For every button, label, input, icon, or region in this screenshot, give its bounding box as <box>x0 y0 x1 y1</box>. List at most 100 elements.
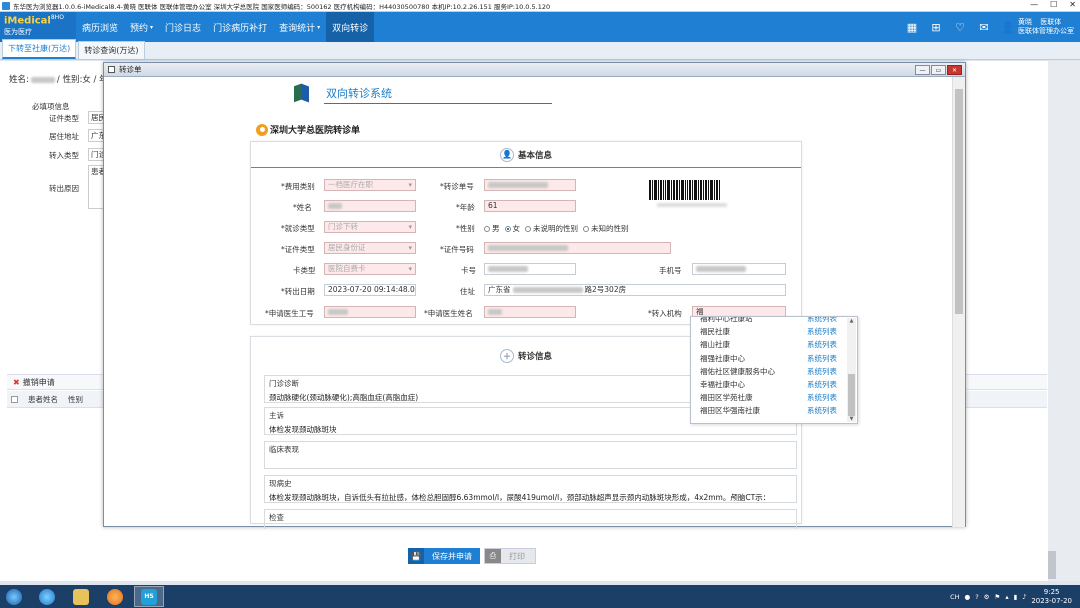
folder-icon <box>73 588 89 605</box>
tray-flag-icon[interactable]: ⚑ <box>994 593 1000 601</box>
tab-referral-query[interactable]: 转诊查询(万达) <box>78 41 145 59</box>
close-icon[interactable]: ✕ <box>1069 0 1076 9</box>
out-date-input[interactable]: 2023-07-20 09:14:48.0 <box>324 284 416 296</box>
dropdown-item-link[interactable]: 系统列表 <box>807 366 837 377</box>
history-block[interactable]: 现病史 体检发现颈动脉斑块，自诉低头有拉扯感，体检总胆固醇6.63mmol/l，… <box>264 475 797 503</box>
address-input[interactable]: 广东省 路2号302房 <box>484 284 786 296</box>
address-suffix: 路2号302房 <box>584 285 627 294</box>
bg-label-reason: 转出原因 <box>49 184 79 193</box>
bg-label-address: 居住地址 <box>49 132 79 141</box>
dropdown-item[interactable]: 幸福社康中心 系统列表 <box>691 378 857 391</box>
institution-dropdown: 福利中心社康站 系统列表 福民社康 系统列表 福山社康 系统列表 福强社康中心 系统列表… <box>690 316 858 424</box>
modal-scrollbar[interactable] <box>952 77 965 527</box>
modal-minimize-icon[interactable]: — <box>915 65 930 75</box>
doctor-id-input[interactable] <box>324 306 416 318</box>
dropdown-item-link[interactable]: 系统列表 <box>807 317 837 324</box>
dropdown-scrollbar[interactable]: ▲ ▼ <box>847 318 856 422</box>
clock[interactable]: 9:25 2023-07-20 <box>1031 588 1072 606</box>
dropdown-item-link[interactable]: 系统列表 <box>807 379 837 390</box>
dropdown-item[interactable]: 福田区学苑社康 系统列表 <box>691 391 857 404</box>
bottom-actions: 💾 保存并申请 ⎙ 打印 <box>408 548 536 564</box>
minimize-icon[interactable]: — <box>1030 0 1038 9</box>
tray-network-icon[interactable]: ▮ <box>1014 593 1018 601</box>
taskbar-hs-browser[interactable]: HS <box>134 586 164 607</box>
referral-no-input[interactable] <box>484 179 576 191</box>
os-taskbar: HS CH ● ? ⚙ ⚑ ▴ ▮ ♪ 9:25 2023-07-20 <box>0 585 1080 608</box>
window-title: 东华医为浏览器1.0.0.6-iMedical8.4-黄晓 医联体 医联体管理办… <box>13 2 551 11</box>
grid-icon[interactable]: ▦ <box>905 20 919 34</box>
tray-help-icon[interactable]: ? <box>975 593 978 601</box>
basic-info-title: 基本信息 <box>517 150 552 161</box>
card-type-select[interactable]: 医院自费卡 <box>324 263 416 275</box>
modal-titlebar: 转诊单 — ▭ ✕ <box>104 63 965 77</box>
fee-type-select[interactable]: 一档医疗在职 <box>324 179 416 191</box>
gender-radio-unknown[interactable] <box>583 225 589 232</box>
clinical-block[interactable]: 临床表现 <box>264 441 797 469</box>
dropdown-item-link[interactable]: 系统列表 <box>807 326 837 337</box>
taskbar-explorer[interactable] <box>66 586 96 607</box>
visit-type-value: 门诊下转 <box>328 222 358 231</box>
maximize-icon[interactable]: ☐ <box>1050 0 1057 9</box>
page-scrollbar[interactable] <box>1048 61 1080 581</box>
id-no-input[interactable] <box>484 242 671 254</box>
gender-radio-unspecified[interactable] <box>525 225 531 232</box>
taskbar-media[interactable] <box>100 586 130 607</box>
apps-icon[interactable]: ⊞ <box>929 20 943 34</box>
patient-name-label: 姓名: <box>9 75 29 85</box>
nav-item-records[interactable]: 病历浏览 <box>76 12 124 42</box>
tray-ime-icon[interactable]: ● <box>965 593 971 601</box>
scroll-down-icon[interactable]: ▼ <box>847 416 856 422</box>
card-no-input[interactable] <box>484 263 576 275</box>
cancel-icon: ✖ <box>13 377 20 387</box>
modal-maximize-icon[interactable]: ▭ <box>931 65 946 75</box>
nav-item-record-reprint[interactable]: 门诊病历补打 <box>207 12 273 42</box>
gender-radio-male[interactable] <box>484 225 490 232</box>
exam-block[interactable]: 检查 <box>264 509 797 529</box>
nav-item-appointment[interactable]: 预约 ▾ <box>124 12 159 42</box>
cancel-request-button[interactable]: 撤销申请 <box>23 377 55 388</box>
basic-info-card: 👤 基本信息 *费用类别 一档医疗在职 *转诊单号 *姓名 *年龄 61 *就诊… <box>250 141 802 325</box>
tray-volume-icon[interactable]: ♪ <box>1022 593 1026 601</box>
save-submit-button[interactable]: 💾 保存并申请 <box>408 548 480 564</box>
dropdown-item[interactable]: 福山社康 系统列表 <box>691 338 857 351</box>
modal-close-icon[interactable]: ✕ <box>947 65 962 75</box>
tray-tools-icon[interactable]: ⚙ <box>984 593 990 601</box>
user-box[interactable]: 👤 黄晓 医联体 医联体管理办公室 <box>1001 18 1074 36</box>
dropdown-item[interactable]: 福佑社区健康服务中心 系统列表 <box>691 365 857 378</box>
dropdown-item[interactable]: 福民社康 系统列表 <box>691 325 857 338</box>
dropdown-scroll-thumb[interactable] <box>848 374 855 416</box>
message-icon[interactable]: ✉ <box>977 20 991 34</box>
dropdown-item-link[interactable]: 系统列表 <box>807 339 837 350</box>
heart-icon[interactable]: ♡ <box>953 20 967 34</box>
print-button[interactable]: ⎙ 打印 <box>484 548 536 564</box>
age-input[interactable]: 61 <box>484 200 576 212</box>
gender-option-unknown: 未知的性别 <box>591 224 629 233</box>
user-role: 医联体 <box>1040 18 1062 26</box>
tab-referral-down[interactable]: 下转至社康(万达) <box>2 39 77 59</box>
dropdown-item-link[interactable]: 系统列表 <box>807 353 837 364</box>
nav-item-referral[interactable]: 双向转诊 <box>326 12 375 42</box>
id-type-select[interactable]: 居民身份证 <box>324 242 416 254</box>
dropdown-item-link[interactable]: 系统列表 <box>807 405 837 416</box>
nav-item-outpatient-log[interactable]: 门诊日志 <box>159 12 207 42</box>
scroll-up-icon[interactable]: ▲ <box>847 318 856 324</box>
dropdown-item-link[interactable]: 系统列表 <box>807 392 837 403</box>
system-title: 双向转诊系统 <box>326 87 392 100</box>
doctor-name-input[interactable] <box>484 306 576 318</box>
page-scroll-thumb[interactable] <box>1048 551 1056 579</box>
name-input[interactable] <box>324 200 416 212</box>
start-button[interactable] <box>0 585 28 608</box>
dropdown-item[interactable]: 福利中心社康站 系统列表 <box>691 317 857 325</box>
visit-type-select[interactable]: 门诊下转 <box>324 221 416 233</box>
dropdown-item[interactable]: 福强社康中心 系统列表 <box>691 352 857 365</box>
phone-input[interactable] <box>692 263 786 275</box>
tray-arrow-icon[interactable]: ▴ <box>1005 593 1008 601</box>
select-all-checkbox[interactable] <box>11 395 18 403</box>
taskbar-ie[interactable] <box>32 586 62 607</box>
dropdown-item[interactable]: 福田区华强南社康 系统列表 <box>691 404 857 417</box>
gender-radio-female[interactable] <box>504 225 511 232</box>
modal-scroll-thumb[interactable] <box>955 89 963 314</box>
input-language[interactable]: CH <box>950 593 959 601</box>
label-id-type: *证件类型 <box>281 245 315 254</box>
nav-item-query-stats[interactable]: 查询统计 ▾ <box>273 12 326 42</box>
